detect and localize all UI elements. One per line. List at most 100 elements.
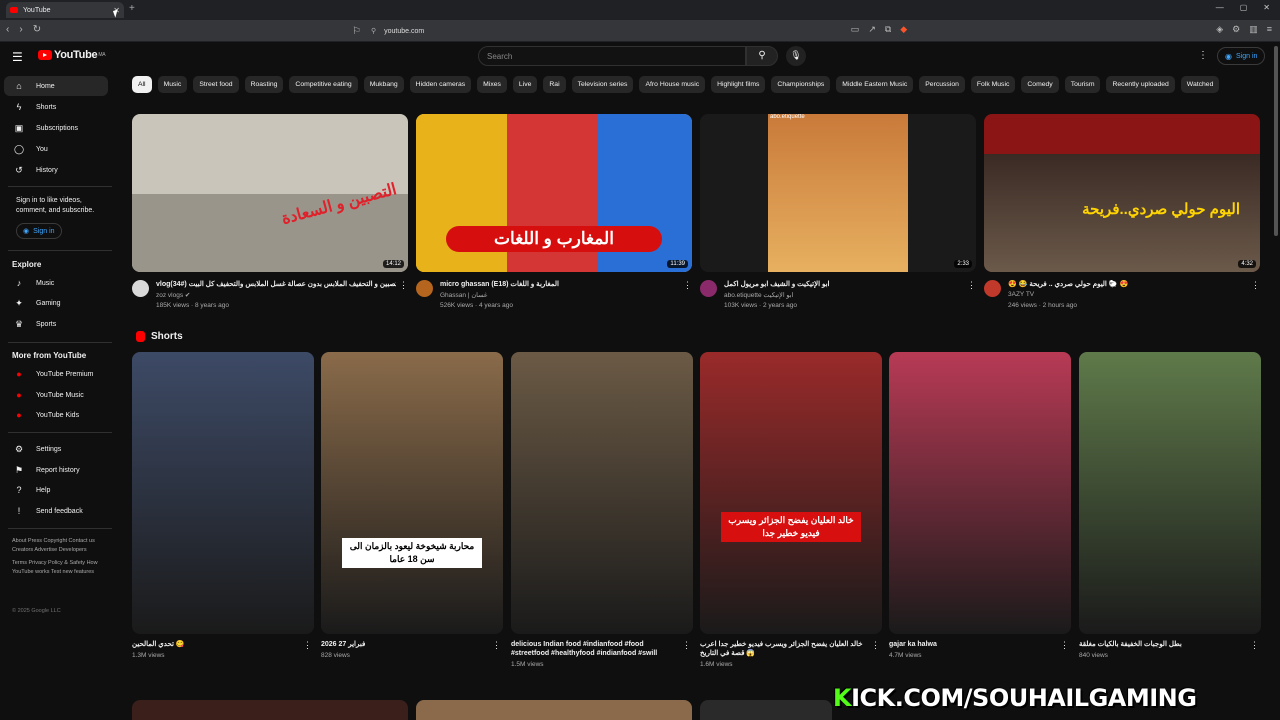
- menu-icon[interactable]: ≡: [1267, 24, 1272, 35]
- settings-kebab-icon[interactable]: ⋮: [1198, 50, 1208, 61]
- short-options-icon[interactable]: ⋮: [492, 640, 501, 651]
- chip-all[interactable]: All: [132, 76, 152, 93]
- short-card[interactable]: خالد العليان يفضح الجزائر ويسرب فيديو خط…: [700, 352, 882, 672]
- short-card[interactable]: delicious Indian food #indianfood #food …: [511, 352, 693, 672]
- short-title[interactable]: بطل الوجبات الخفيفة بالكيات مغلقة: [1079, 640, 1244, 649]
- video-title[interactable]: ابو الإتيكيت و الشيف ابو مريول اكمل: [724, 280, 964, 288]
- channel-avatar[interactable]: [416, 280, 433, 297]
- channel-name[interactable]: zoz vlogs ✔: [156, 291, 190, 299]
- video-options-icon[interactable]: ⋮: [683, 280, 692, 291]
- chip-percussion[interactable]: Percussion: [919, 76, 965, 93]
- next-row-thumbnail[interactable]: [700, 700, 832, 720]
- video-title[interactable]: 😍 😂 اليوم حولي صردي .. فريحة 🐑 😍: [1008, 280, 1248, 288]
- video-thumbnail[interactable]: abo.etiquette 2:33: [700, 114, 976, 272]
- sidebar-item-you[interactable]: ◯ You: [4, 139, 108, 159]
- back-icon[interactable]: ‹: [6, 24, 9, 35]
- microphone-icon[interactable]: 🎙: [786, 46, 806, 66]
- short-thumbnail[interactable]: [889, 352, 1071, 634]
- brave-shield-icon[interactable]: ◆: [900, 24, 907, 35]
- cast-icon[interactable]: ▭: [851, 24, 860, 35]
- share-icon[interactable]: ↗: [868, 24, 876, 35]
- chip-tourism[interactable]: Tourism: [1064, 76, 1101, 93]
- chip-mixes[interactable]: Mixes: [477, 76, 507, 93]
- video-card[interactable]: التصبين و السعادة 14:12 vlog(34#) طريقة …: [132, 114, 408, 320]
- short-title[interactable]: تحدي المالحين 😋: [132, 640, 297, 649]
- sidebar-sign-in-button[interactable]: ◉ Sign in: [16, 223, 62, 239]
- sidebar-item-settings[interactable]: ⚙ Settings: [4, 439, 108, 459]
- sidebar-item-subscriptions[interactable]: ▣ Subscriptions: [4, 118, 108, 138]
- video-thumbnail[interactable]: اليوم حولي صردي..فريحة 4:32: [984, 114, 1260, 272]
- short-options-icon[interactable]: ⋮: [682, 640, 691, 651]
- chip-mukbang[interactable]: Mukbang: [363, 76, 404, 93]
- video-thumbnail[interactable]: التصبين و السعادة 14:12: [132, 114, 408, 272]
- channel-name[interactable]: abo.etiquette ابو الإتيكيت: [724, 291, 793, 299]
- search-input[interactable]: Search: [478, 46, 746, 66]
- short-options-icon[interactable]: ⋮: [1060, 640, 1069, 651]
- sidebar-item-gaming[interactable]: ✦ Gaming: [4, 293, 108, 313]
- channel-avatar[interactable]: [984, 280, 1001, 297]
- chip-highlight-films[interactable]: Highlight films: [711, 76, 766, 93]
- sidebar-item-help[interactable]: ? Help: [4, 480, 108, 500]
- youtube-logo[interactable]: YouTube MA: [38, 49, 106, 61]
- chip-hidden-cameras[interactable]: Hidden cameras: [409, 76, 472, 93]
- short-card[interactable]: بطل الوجبات الخفيفة بالكيات مغلقة 840 vi…: [1079, 352, 1261, 672]
- video-options-icon[interactable]: ⋮: [399, 280, 408, 291]
- video-card[interactable]: المغارب و اللغات 11:39 micro ghassan (E1…: [416, 114, 692, 320]
- channel-avatar[interactable]: [132, 280, 149, 297]
- short-title[interactable]: خالد العليان يفضح الجزائر ويسرب فيديو خط…: [700, 640, 865, 658]
- sidebar-item-youtube-premium[interactable]: ● YouTube Premium: [4, 364, 108, 384]
- bookmark-icon[interactable]: ⚐: [352, 26, 361, 37]
- search-icon[interactable]: ⚲: [746, 46, 778, 66]
- sidebar-item-send-feedback[interactable]: ! Send feedback: [4, 501, 108, 521]
- sidebar-item-history[interactable]: ↺ History: [4, 160, 108, 180]
- short-title[interactable]: gajar ka halwa: [889, 640, 1054, 649]
- video-options-icon[interactable]: ⋮: [1251, 280, 1260, 291]
- short-options-icon[interactable]: ⋮: [1250, 640, 1259, 651]
- short-options-icon[interactable]: ⋮: [303, 640, 312, 651]
- short-title[interactable]: 2026 27 فبراير: [321, 640, 486, 649]
- chip-middle-eastern-music[interactable]: Middle Eastern Music: [836, 76, 914, 93]
- chip-recently-uploaded[interactable]: Recently uploaded: [1106, 76, 1175, 93]
- chip-watched[interactable]: Watched: [1180, 76, 1220, 93]
- minimize-icon[interactable]: —: [1216, 3, 1224, 12]
- copy-link-icon[interactable]: ⧉: [885, 24, 891, 35]
- short-card[interactable]: تحدي المالحين 😋 1.3M views ⋮: [132, 352, 314, 672]
- sidebar-toggle-icon[interactable]: ▥: [1249, 24, 1258, 35]
- short-thumbnail[interactable]: محاربة شيخوخة ليعود بالزمان الى سن 18 عا…: [321, 352, 503, 634]
- chip-championships[interactable]: Championships: [771, 76, 831, 93]
- short-thumbnail[interactable]: [511, 352, 693, 634]
- chip-live[interactable]: Live: [512, 76, 538, 93]
- footer-links-primary[interactable]: About Press Copyright Contact us Creator…: [12, 537, 112, 554]
- new-tab-button[interactable]: +: [129, 3, 135, 14]
- url-field[interactable]: ⚐ ⚲ youtube.com: [352, 23, 918, 39]
- chip-comedy[interactable]: Comedy: [1021, 76, 1059, 93]
- hamburger-menu-icon[interactable]: ☰: [12, 50, 23, 64]
- chip-music[interactable]: Music: [157, 76, 188, 93]
- reload-icon[interactable]: ↻: [33, 24, 41, 35]
- video-card[interactable]: abo.etiquette 2:33 ابو الإتيكيت و الشيف …: [700, 114, 976, 320]
- close-window-icon[interactable]: ✕: [1263, 3, 1270, 12]
- video-options-icon[interactable]: ⋮: [967, 280, 976, 291]
- short-options-icon[interactable]: ⋮: [871, 640, 880, 651]
- sidebar-item-youtube-kids[interactable]: ● YouTube Kids: [4, 405, 108, 425]
- channel-name[interactable]: Ghassan | غسان: [440, 291, 487, 299]
- chip-rai[interactable]: Rai: [543, 76, 566, 93]
- footer-links-secondary[interactable]: Terms Privacy Policy & Safety How YouTub…: [12, 559, 112, 576]
- extensions-icon[interactable]: ⚙: [1232, 24, 1240, 35]
- video-card[interactable]: اليوم حولي صردي..فريحة 4:32 😍 😂 اليوم حو…: [984, 114, 1260, 320]
- short-thumbnail[interactable]: [132, 352, 314, 634]
- short-thumbnail[interactable]: [1079, 352, 1261, 634]
- short-card[interactable]: محاربة شيخوخة ليعود بالزمان الى سن 18 عا…: [321, 352, 503, 672]
- short-card[interactable]: gajar ka halwa 4.7M views ⋮: [889, 352, 1071, 672]
- sidebar-item-music[interactable]: ♪ Music: [4, 273, 108, 293]
- page-scrollbar[interactable]: [1274, 46, 1278, 236]
- sidebar-item-home[interactable]: ⌂ Home: [4, 76, 108, 96]
- video-title[interactable]: micro ghassan (E18) المغاربة و اللغات: [440, 280, 680, 288]
- site-info-icon[interactable]: ⚲: [371, 27, 376, 35]
- chip-competitive-eating[interactable]: Competitive eating: [289, 76, 358, 93]
- chip-folk-music[interactable]: Folk Music: [970, 76, 1016, 93]
- wallet-icon[interactable]: ◈: [1216, 24, 1223, 35]
- sidebar-item-sports[interactable]: ♛ Sports: [4, 314, 108, 334]
- chip-roasting[interactable]: Roasting: [244, 76, 284, 93]
- chip-television-series[interactable]: Television series: [571, 76, 634, 93]
